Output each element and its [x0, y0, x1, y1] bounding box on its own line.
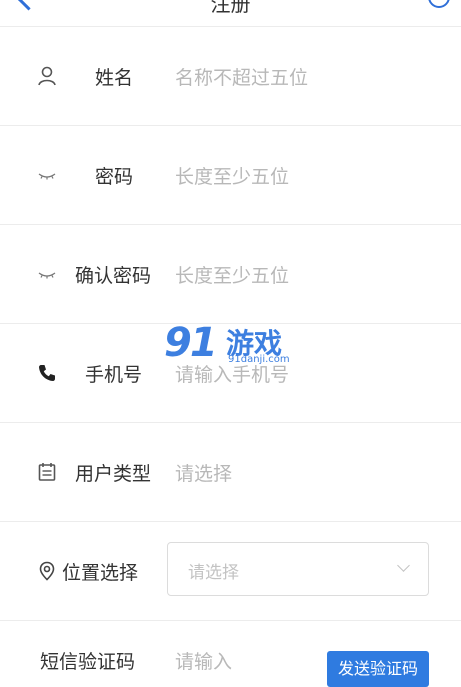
sms-code-label: 短信验证码 — [40, 651, 136, 673]
send-code-button[interactable]: 发送验证码 — [327, 651, 429, 687]
sms-code-input[interactable]: 请输入 — [175, 647, 232, 674]
user-type-row: 用户类型 请选择 — [0, 423, 461, 522]
location-label: 位置选择 — [62, 562, 139, 584]
sms-code-row: 短信验证码 请输入 发送验证码 — [0, 621, 461, 687]
name-row: 姓名 名称不超过五位 — [0, 26, 461, 126]
eye-closed-icon — [38, 272, 56, 279]
calendar-icon — [38, 463, 56, 481]
watermark-logo: 91 — [164, 320, 218, 366]
confirm-password-label: 确认密码 — [75, 265, 152, 287]
location-select[interactable]: 请选择 — [167, 542, 429, 596]
phone-icon — [39, 365, 55, 381]
top-bar: 注册 — [0, 0, 461, 22]
eye-closed-icon — [38, 173, 56, 180]
page-title: 注册 — [210, 0, 251, 16]
user-icon — [38, 66, 56, 86]
watermark: 91 游戏 91danji.com — [164, 320, 299, 372]
location-select-placeholder: 请选择 — [188, 563, 239, 583]
password-label: 密码 — [95, 166, 134, 188]
password-row: 密码 长度至少五位 — [0, 126, 461, 225]
location-row: 位置选择 请选择 — [0, 522, 461, 621]
name-input[interactable]: 名称不超过五位 — [175, 63, 308, 90]
chevron-down-icon — [397, 559, 410, 572]
password-input[interactable]: 长度至少五位 — [175, 162, 289, 189]
confirm-password-row: 确认密码 长度至少五位 — [0, 225, 461, 324]
location-pin-icon — [39, 561, 55, 581]
user-type-label: 用户类型 — [75, 463, 152, 485]
confirm-password-input[interactable]: 长度至少五位 — [175, 261, 289, 288]
user-type-select[interactable]: 请选择 — [175, 459, 232, 486]
phone-label: 手机号 — [85, 364, 143, 386]
name-label: 姓名 — [95, 67, 134, 89]
watermark-url: 91danji.com — [228, 354, 290, 365]
